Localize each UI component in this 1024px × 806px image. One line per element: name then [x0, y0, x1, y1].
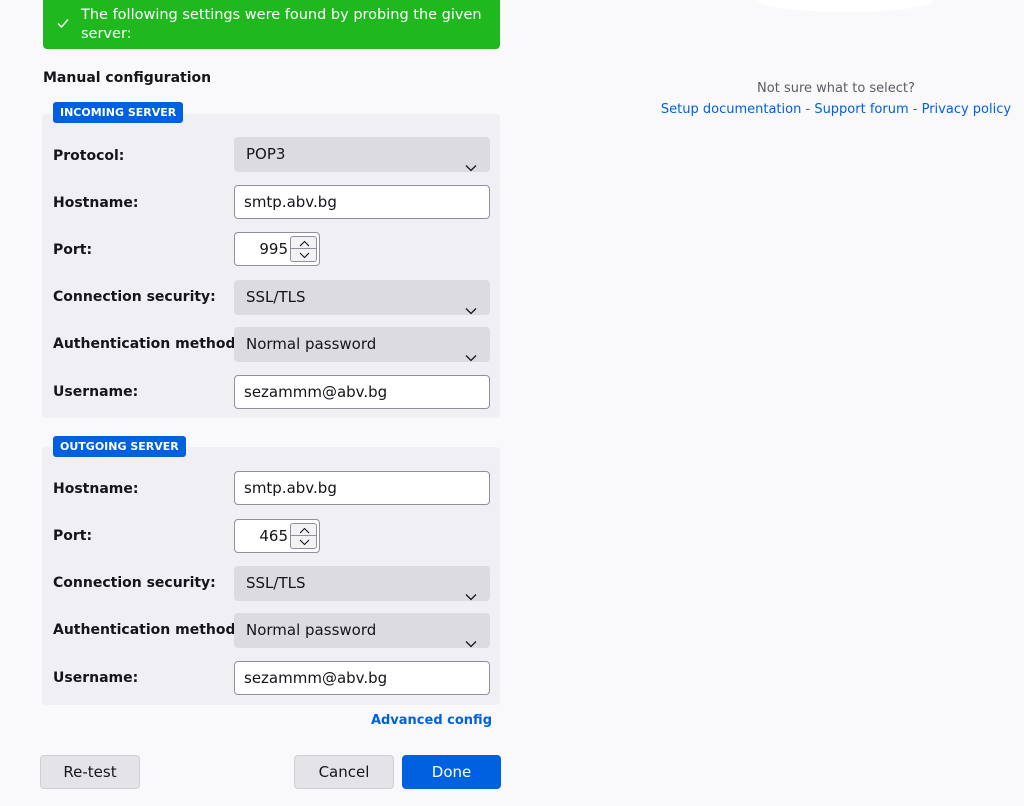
advanced-config-link[interactable]: Advanced config: [371, 713, 492, 728]
chevron-down-icon: [299, 539, 310, 546]
support-forum-link[interactable]: Support forum: [814, 102, 908, 117]
outgoing-username-label: Username:: [53, 670, 139, 686]
chevron-up-icon: [299, 240, 310, 247]
section-title: Manual configuration: [43, 70, 212, 86]
incoming-security-label: Connection security:: [53, 289, 216, 305]
incoming-protocol-label: Protocol:: [53, 148, 125, 164]
outgoing-hostname-label: Hostname:: [53, 481, 139, 497]
decrement-button[interactable]: [290, 249, 317, 262]
chevron-down-icon: [465, 150, 477, 185]
incoming-hostname-label: Hostname:: [53, 195, 139, 211]
chevron-down-icon: [465, 579, 477, 614]
retest-button[interactable]: Re-test: [40, 755, 140, 789]
done-button[interactable]: Done: [402, 755, 501, 789]
outgoing-username-input[interactable]: sezammm@abv.bg: [234, 661, 490, 695]
incoming-protocol-select[interactable]: POP3: [234, 137, 490, 172]
incoming-server-badge: INCOMING SERVER: [53, 102, 184, 123]
outgoing-hostname-input[interactable]: smtp.abv.bg: [234, 471, 490, 505]
incoming-port-label: Port:: [53, 242, 93, 258]
banner-message: The following settings were found by pro…: [81, 7, 482, 42]
outgoing-port-label: Port:: [53, 528, 93, 544]
increment-button[interactable]: [290, 523, 317, 536]
help-section: Not sure what to select? Setup documenta…: [656, 78, 1016, 120]
incoming-auth-value: Normal password: [246, 335, 377, 353]
outgoing-auth-label: Authentication method:: [53, 622, 242, 638]
chevron-down-icon: [465, 626, 477, 661]
incoming-security-value: SSL/TLS: [246, 288, 306, 306]
outgoing-port-input[interactable]: 465: [234, 519, 320, 553]
chevron-up-icon: [299, 527, 310, 534]
incoming-port-value: 995: [259, 240, 288, 258]
incoming-hostname-input[interactable]: smtp.abv.bg: [234, 185, 490, 219]
checkmark-icon: [57, 13, 69, 32]
incoming-port-stepper[interactable]: [290, 236, 317, 262]
incoming-username-label: Username:: [53, 384, 139, 400]
top-decoration: [756, 0, 934, 12]
chevron-down-icon: [299, 252, 310, 259]
chevron-down-icon: [465, 293, 477, 328]
incoming-username-input[interactable]: sezammm@abv.bg: [234, 375, 490, 409]
outgoing-security-label: Connection security:: [53, 575, 216, 591]
incoming-port-input[interactable]: 995: [234, 232, 320, 266]
setup-documentation-link[interactable]: Setup documentation: [661, 102, 801, 117]
incoming-security-select[interactable]: SSL/TLS: [234, 280, 490, 315]
help-question: Not sure what to select?: [757, 81, 915, 96]
link-separator: -: [908, 102, 922, 117]
link-separator: -: [801, 102, 815, 117]
decrement-button[interactable]: [290, 536, 317, 549]
incoming-auth-label: Authentication method:: [53, 336, 242, 352]
incoming-auth-select[interactable]: Normal password: [234, 327, 490, 362]
success-banner: The following settings were found by pro…: [43, 0, 500, 49]
outgoing-security-value: SSL/TLS: [246, 574, 306, 592]
privacy-policy-link[interactable]: Privacy policy: [922, 102, 1011, 117]
outgoing-security-select[interactable]: SSL/TLS: [234, 566, 490, 601]
outgoing-server-badge: OUTGOING SERVER: [53, 436, 186, 457]
outgoing-port-stepper[interactable]: [290, 523, 317, 549]
incoming-protocol-value: POP3: [246, 145, 286, 163]
chevron-down-icon: [465, 340, 477, 375]
outgoing-auth-value: Normal password: [246, 621, 377, 639]
outgoing-auth-select[interactable]: Normal password: [234, 613, 490, 648]
increment-button[interactable]: [290, 236, 317, 249]
help-links: Setup documentation - Support forum - Pr…: [656, 99, 1016, 120]
outgoing-port-value: 465: [259, 527, 288, 545]
cancel-button[interactable]: Cancel: [294, 755, 394, 789]
